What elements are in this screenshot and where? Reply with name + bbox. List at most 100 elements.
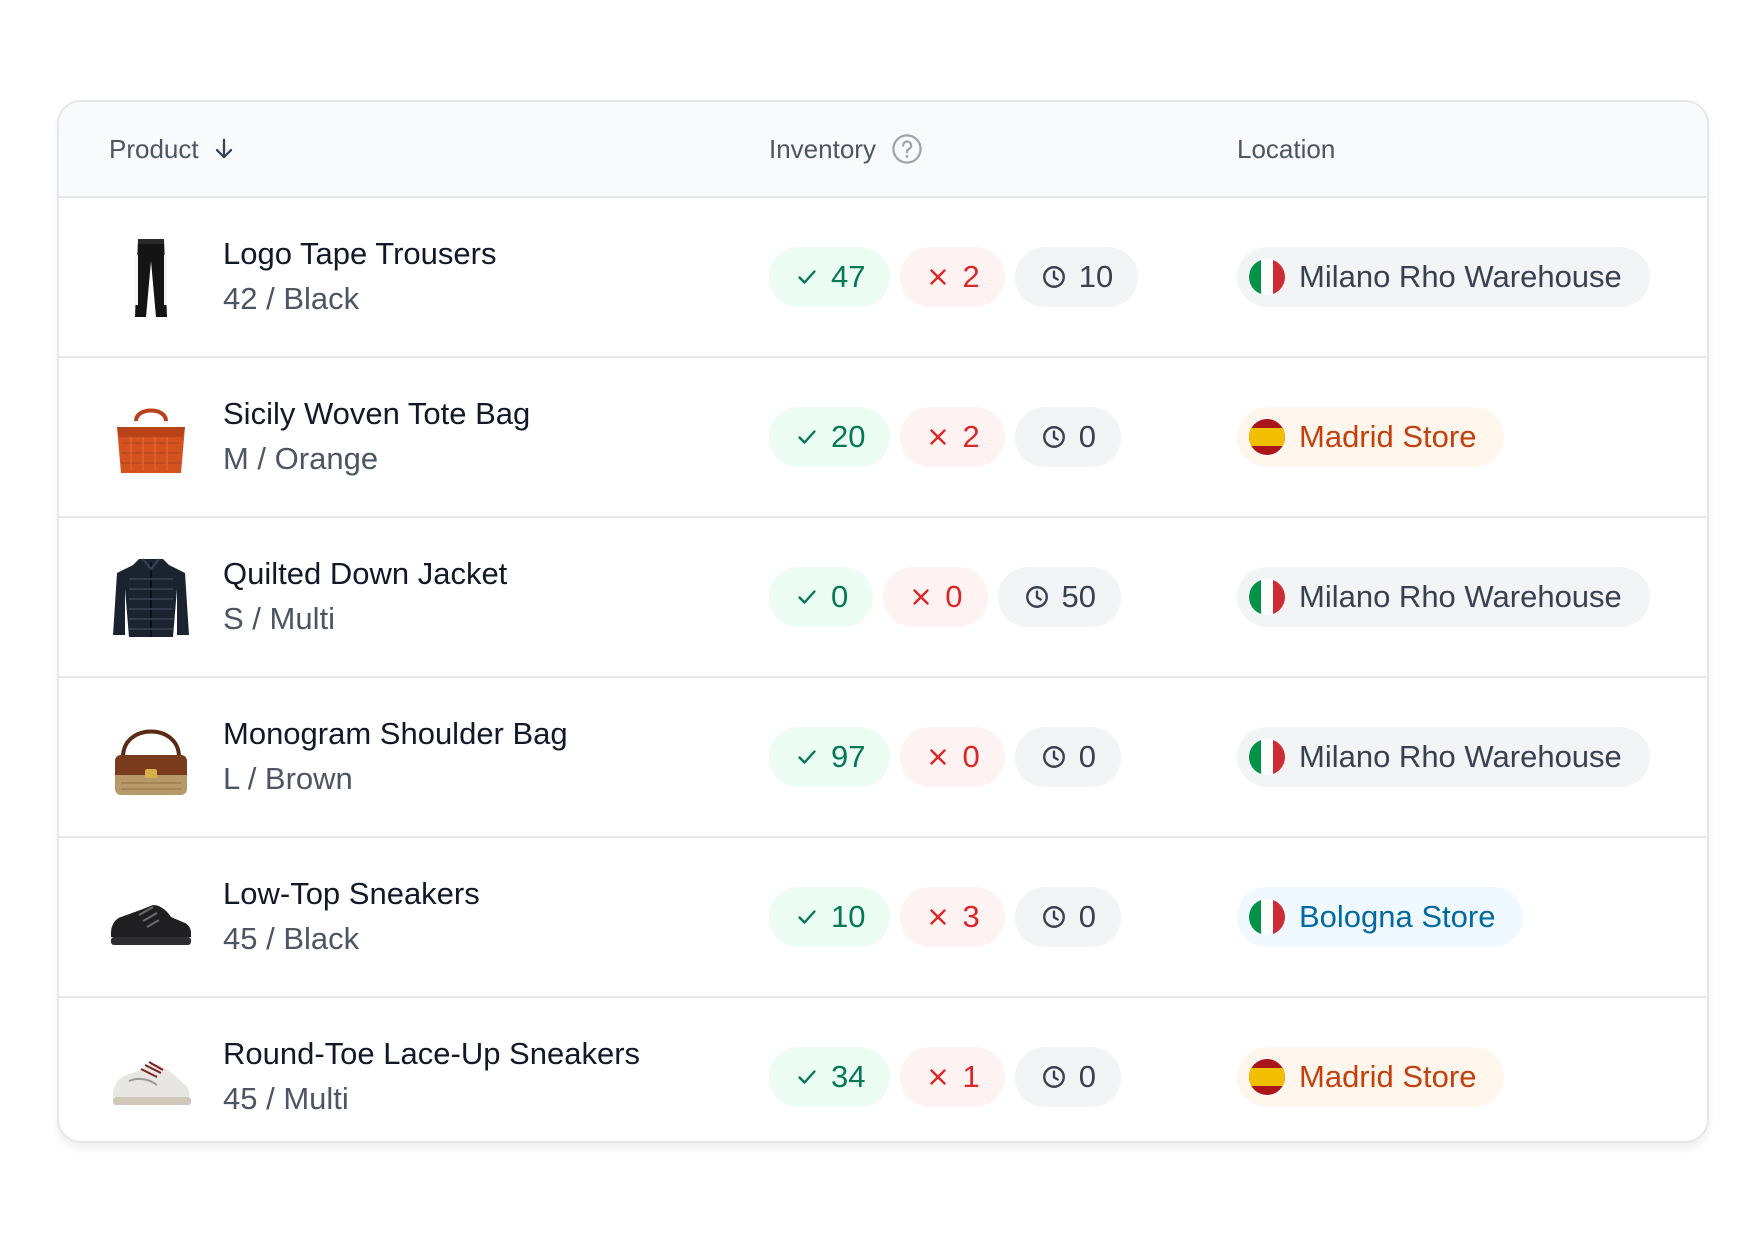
x-icon [926, 745, 950, 769]
table-row[interactable]: Round-Toe Lace-Up Sneakers 45 / Multi 34… [59, 998, 1707, 1141]
product-name[interactable]: Round-Toe Lace-Up Sneakers [223, 1036, 640, 1072]
available-badge[interactable]: 47 [769, 247, 891, 307]
x-icon [926, 425, 950, 449]
pending-count: 0 [1078, 899, 1096, 934]
column-header-location: Location [1237, 102, 1335, 196]
location-name: Milano Rho Warehouse [1299, 259, 1622, 294]
location-name: Madrid Store [1299, 1059, 1477, 1094]
check-icon [795, 585, 819, 609]
white-sneaker-icon [113, 1061, 191, 1105]
pending-count: 0 [1078, 739, 1096, 774]
table-row[interactable]: Logo Tape Trousers 42 / Black 47 2 10 Mi… [59, 198, 1707, 358]
unavailable-count: 3 [962, 899, 980, 934]
black-sneaker-icon [111, 905, 191, 945]
product-name[interactable]: Logo Tape Trousers [223, 236, 496, 272]
spain-flag-icon [1249, 1059, 1285, 1095]
unavailable-badge[interactable]: 0 [900, 727, 1005, 787]
available-badge[interactable]: 0 [769, 567, 874, 627]
location-badge[interactable]: Milano Rho Warehouse [1237, 247, 1650, 307]
location-badge[interactable]: Madrid Store [1237, 407, 1505, 467]
pending-badge[interactable]: 0 [1014, 727, 1121, 787]
column-header-product-label: Product [109, 133, 199, 164]
check-icon [795, 745, 819, 769]
location-badge[interactable]: Madrid Store [1237, 1047, 1505, 1107]
available-badge[interactable]: 97 [769, 727, 891, 787]
available-count: 34 [831, 1059, 866, 1094]
product-name[interactable]: Monogram Shoulder Bag [223, 716, 568, 752]
unavailable-count: 0 [962, 739, 980, 774]
unavailable-badge[interactable]: 1 [900, 1047, 1005, 1107]
clock-icon [1024, 584, 1050, 610]
table-row[interactable]: Monogram Shoulder Bag L / Brown 97 0 0 M… [59, 678, 1707, 838]
italy-flag-icon [1249, 899, 1285, 935]
unavailable-count: 2 [962, 259, 980, 294]
inventory-counts: 34 1 0 [769, 1047, 1121, 1107]
location-badge[interactable]: Milano Rho Warehouse [1237, 567, 1650, 627]
product-variant: 45 / Black [223, 921, 360, 956]
question-circle-icon[interactable] [890, 132, 924, 166]
product-name[interactable]: Quilted Down Jacket [223, 556, 507, 592]
available-count: 20 [831, 419, 866, 454]
column-header-inventory-label: Inventory [769, 133, 876, 164]
product-variant: L / Brown [223, 761, 353, 796]
table-row[interactable]: Quilted Down Jacket S / Multi 0 0 50 Mil… [59, 518, 1707, 678]
product-name[interactable]: Sicily Woven Tote Bag [223, 396, 530, 432]
available-badge[interactable]: 20 [769, 407, 891, 467]
inventory-counts: 47 2 10 [769, 247, 1139, 307]
table-row[interactable]: Sicily Woven Tote Bag M / Orange 20 2 0 … [59, 358, 1707, 518]
italy-flag-icon [1249, 739, 1285, 775]
check-icon [795, 1065, 819, 1089]
pending-count: 0 [1078, 1059, 1096, 1094]
product-thumbnail [109, 715, 193, 799]
location-name: Milano Rho Warehouse [1299, 579, 1622, 614]
clock-icon [1041, 1064, 1067, 1090]
italy-flag-icon [1249, 579, 1285, 615]
inventory-counts: 10 3 0 [769, 887, 1121, 947]
trousers-icon [135, 239, 167, 317]
check-icon [795, 905, 819, 929]
pending-badge[interactable]: 0 [1014, 887, 1121, 947]
product-thumbnail [109, 395, 193, 479]
inventory-counts: 97 0 0 [769, 727, 1121, 787]
available-badge[interactable]: 34 [769, 1047, 891, 1107]
check-icon [795, 425, 819, 449]
pending-badge[interactable]: 10 [1014, 247, 1139, 307]
column-header-location-label: Location [1237, 133, 1336, 164]
x-icon [926, 265, 950, 289]
inventory-counts: 0 0 50 [769, 567, 1121, 627]
available-badge[interactable]: 10 [769, 887, 891, 947]
unavailable-count: 2 [962, 419, 980, 454]
column-header-inventory: Inventory [769, 102, 924, 196]
location-badge[interactable]: Bologna Store [1237, 887, 1524, 947]
arrow-down-icon[interactable] [211, 136, 237, 162]
shoulder-bag-icon [115, 729, 187, 795]
unavailable-badge[interactable]: 0 [883, 567, 988, 627]
unavailable-badge[interactable]: 3 [900, 887, 1005, 947]
location-badge[interactable]: Milano Rho Warehouse [1237, 727, 1650, 787]
available-count: 47 [831, 259, 866, 294]
spain-flag-icon [1249, 419, 1285, 455]
product-variant: S / Multi [223, 601, 335, 636]
unavailable-badge[interactable]: 2 [900, 407, 1005, 467]
column-header-product[interactable]: Product [109, 102, 237, 196]
available-count: 0 [831, 579, 849, 614]
pending-count: 50 [1061, 579, 1096, 614]
x-icon [926, 1065, 950, 1089]
product-variant: M / Orange [223, 441, 379, 476]
product-name[interactable]: Low-Top Sneakers [223, 876, 480, 912]
location-name: Madrid Store [1299, 419, 1477, 454]
table-row[interactable]: Low-Top Sneakers 45 / Black 10 3 0 Bolog… [59, 838, 1707, 998]
unavailable-count: 1 [962, 1059, 980, 1094]
pending-count: 10 [1078, 259, 1114, 294]
pending-badge[interactable]: 0 [1014, 1047, 1121, 1107]
available-count: 97 [831, 739, 866, 774]
product-variant: 42 / Black [223, 281, 360, 316]
product-thumbnail [109, 875, 193, 959]
clock-icon [1041, 264, 1067, 290]
pending-badge[interactable]: 0 [1014, 407, 1121, 467]
pending-badge[interactable]: 50 [997, 567, 1121, 627]
inventory-counts: 20 2 0 [769, 407, 1121, 467]
unavailable-count: 0 [945, 579, 963, 614]
check-icon [795, 265, 819, 289]
unavailable-badge[interactable]: 2 [900, 247, 1005, 307]
